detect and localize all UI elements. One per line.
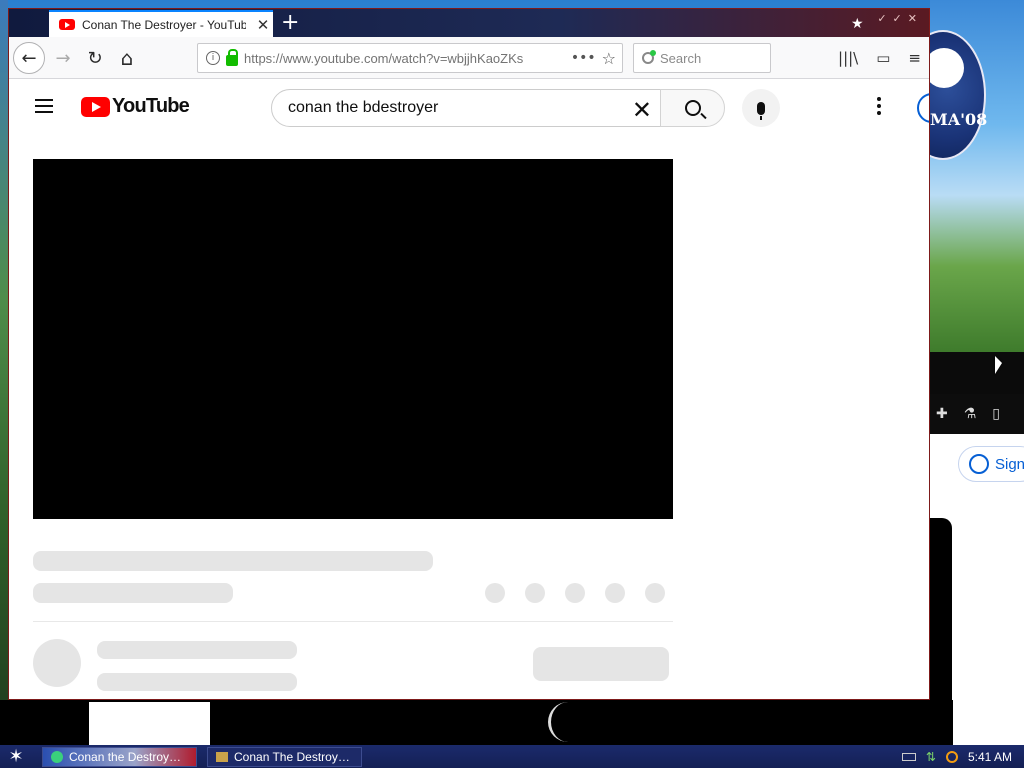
action-skeleton xyxy=(525,583,545,603)
forward-button[interactable]: → xyxy=(47,42,79,74)
thumbnail-placeholder xyxy=(89,702,210,745)
app-icon xyxy=(216,751,228,762)
more-vertical-icon[interactable] xyxy=(877,97,881,115)
sidebar-icon[interactable]: ▯ xyxy=(992,406,1000,422)
bookmark-star-icon[interactable]: ☆ xyxy=(602,49,616,68)
more-dots-icon[interactable]: ••• xyxy=(571,50,596,66)
loading-spinner-icon xyxy=(548,702,588,742)
browser-titlebar: Conan The Destroyer - YouTube ✕ + ★ ✓✓✕ xyxy=(9,9,929,37)
youtube-home-logo[interactable]: YouTube xyxy=(81,95,190,118)
youtube-logo-icon xyxy=(81,96,110,117)
puzzle-icon[interactable]: ✚ xyxy=(936,406,948,422)
meta-skeleton xyxy=(33,583,233,603)
home-icon: ⌂ xyxy=(120,46,134,70)
subscribe-skeleton xyxy=(533,647,669,681)
hamburger-menu-icon[interactable] xyxy=(35,99,53,113)
menu-icon[interactable]: ≡ xyxy=(908,49,921,67)
network-icon[interactable]: ⇅ xyxy=(926,750,936,764)
tab-title: Conan The Destroyer - YouTube xyxy=(82,17,246,32)
mouse-cursor-icon xyxy=(995,356,1002,374)
youtube-logo-text: YouTube xyxy=(112,95,190,117)
browser-search-bar[interactable]: Search xyxy=(633,43,771,73)
toolbar-right-group: |||\ ▭ ≡ xyxy=(838,49,921,67)
channel-avatar-skeleton xyxy=(33,639,81,687)
system-tray: ⇅ 5:41 AM xyxy=(901,750,1024,764)
taskbar: ✶ Conan the Destroy… Conan The Destroy… … xyxy=(0,745,1024,768)
keyboard-icon[interactable] xyxy=(901,752,916,761)
youtube-search-button[interactable] xyxy=(660,89,725,127)
taskbar-item-label: Conan the Destroy… xyxy=(69,749,182,764)
search-engine-icon xyxy=(642,50,656,64)
browser-window: Conan The Destroyer - YouTube ✕ + ★ ✓✓✕ … xyxy=(8,8,930,700)
navigation-toolbar: ← → ↻ ⌂ i https://www.youtube.com/watch?… xyxy=(9,37,929,108)
channel-subs-skeleton xyxy=(97,673,297,691)
action-skeleton xyxy=(485,583,505,603)
background-window-toolbar: ✚ ⚗ ▯ xyxy=(930,394,1024,434)
divider xyxy=(33,621,673,622)
start-button[interactable]: ✶ xyxy=(0,745,32,768)
logo-ring xyxy=(924,48,964,88)
reload-icon: ↻ xyxy=(87,47,103,69)
magnifier-icon[interactable] xyxy=(945,750,958,763)
search-icon xyxy=(684,100,701,116)
microphone-icon xyxy=(757,101,765,120)
reload-button[interactable]: ↻ xyxy=(79,42,111,74)
clock[interactable]: 5:41 AM xyxy=(968,750,1012,764)
browser-search-placeholder: Search xyxy=(660,50,702,66)
logo-text: MA'08 xyxy=(930,110,988,129)
forward-arrow-icon: → xyxy=(55,47,71,69)
info-icon[interactable]: i xyxy=(206,51,220,65)
back-button[interactable]: ← xyxy=(13,42,45,74)
channel-name-skeleton xyxy=(97,641,297,659)
youtube-search-input[interactable]: conan the bdestroyer ✕ xyxy=(271,89,661,127)
search-query-text[interactable]: conan the bdestroyer xyxy=(288,99,438,117)
taskbar-item-label: Conan The Destroy… xyxy=(234,749,350,764)
browser-app-icon xyxy=(51,750,63,763)
url-text[interactable]: https://www.youtube.com/watch?v=wbjjhKao… xyxy=(244,51,565,66)
desktop-background-left xyxy=(0,0,8,745)
sidebar-toggle-icon[interactable]: ▭ xyxy=(876,49,890,67)
video-player[interactable] xyxy=(33,159,673,519)
close-tab-icon[interactable]: ✕ xyxy=(253,16,273,34)
clear-icon[interactable]: ✕ xyxy=(632,96,652,125)
url-bar[interactable]: i https://www.youtube.com/watch?v=wbjjhK… xyxy=(197,43,623,73)
star-icon: ★ xyxy=(851,16,864,32)
taskbar-item-conan-2[interactable]: Conan The Destroy… xyxy=(207,746,362,767)
sign-in-button[interactable]: Sign xyxy=(958,446,1024,482)
flask-icon[interactable]: ⚗ xyxy=(964,406,977,422)
action-skeleton xyxy=(645,583,665,603)
voice-search-button[interactable] xyxy=(742,89,780,127)
new-tab-button[interactable]: + xyxy=(281,10,299,35)
sign-in-label: Sign xyxy=(995,455,1024,473)
home-button[interactable]: ⌂ xyxy=(111,42,143,74)
action-skeleton xyxy=(605,583,625,603)
youtube-favicon-icon xyxy=(59,19,75,30)
youtube-page: YouTube conan the bdestroyer ✕ xyxy=(9,79,929,699)
action-skeleton xyxy=(565,583,585,603)
background-video-strip xyxy=(0,700,953,745)
back-arrow-icon: ← xyxy=(21,47,37,69)
window-controls[interactable]: ✓✓✕ xyxy=(877,12,923,25)
library-icon[interactable]: |||\ xyxy=(838,49,858,67)
taskbar-item-conan-1[interactable]: Conan the Destroy… xyxy=(42,746,197,767)
lock-icon[interactable] xyxy=(226,48,238,66)
tab-youtube[interactable]: Conan The Destroyer - YouTube ✕ xyxy=(49,10,273,37)
background-window-titlebar xyxy=(930,352,1024,394)
title-skeleton xyxy=(33,551,433,571)
account-icon[interactable] xyxy=(917,93,929,123)
person-icon xyxy=(969,454,989,474)
